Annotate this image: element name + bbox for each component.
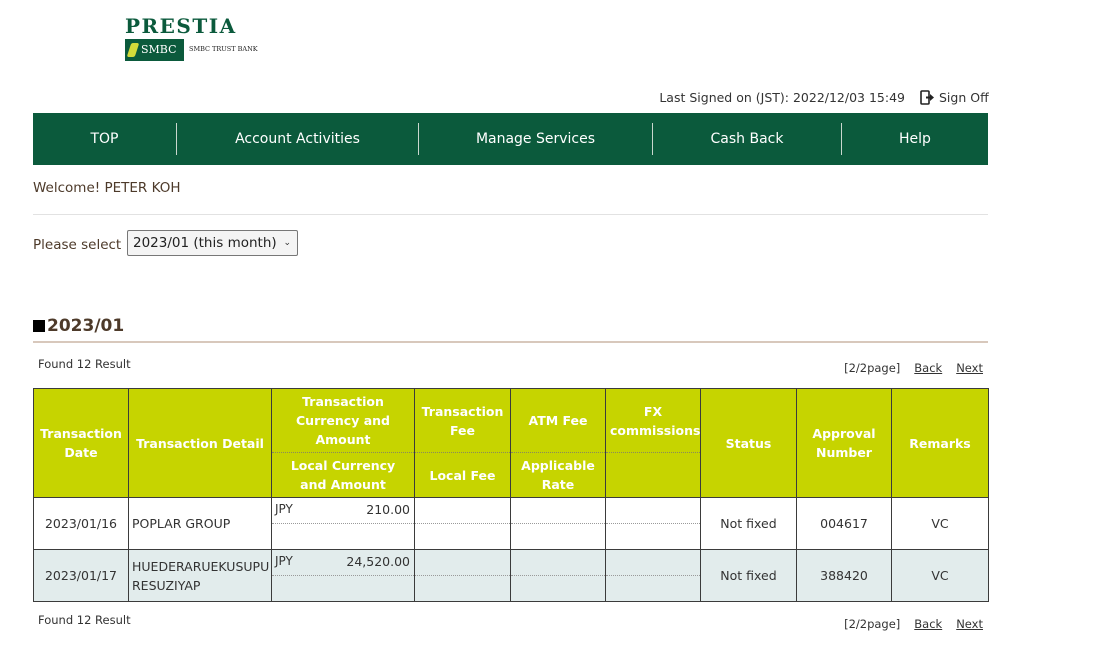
cell-fee [414,549,511,602]
page-indicator: [2/2page] [844,617,901,631]
cell-approval: 388420 [796,549,892,602]
header-atm-fee: ATM Fee [510,388,606,453]
cell-amount: JPY 210.00 [271,497,415,550]
cell-detail: POPLAR GROUP [128,497,272,550]
cell-remarks: VC [891,497,989,550]
table-row: 2023/01/17 HUEDERARUEKUSUPURESUZIYAP JPY… [33,549,989,602]
sign-off-icon [920,90,934,105]
transactions-table: Transaction Date Transaction Detail Tran… [33,388,989,602]
header-date: Transaction Date [33,388,129,498]
next-link[interactable]: Next [956,617,983,631]
nav-manage-services[interactable]: Manage Services [419,113,652,165]
header-fx-empty [605,452,701,498]
square-bullet-icon [33,320,45,332]
next-link[interactable]: Next [956,361,983,375]
header-remarks: Remarks [891,388,989,498]
sign-off-link[interactable]: Sign Off [920,90,989,105]
page-indicator: [2/2page] [844,361,901,375]
sign-off-label: Sign Off [939,90,989,105]
chevron-down-icon: ⌄ [283,238,291,248]
leaf-icon [126,43,140,57]
back-link[interactable]: Back [914,617,942,631]
cell-date: 2023/01/17 [33,549,129,602]
cell-remarks: VC [891,549,989,602]
cell-fx [605,549,701,602]
cell-fee [414,497,511,550]
nav-cash-back[interactable]: Cash Back [653,113,841,165]
cell-fx [605,497,701,550]
cell-status: Not fixed [700,497,797,550]
cell-approval: 004617 [796,497,892,550]
month-select-label: Please select [33,237,122,253]
header-fee: Transaction Fee [414,388,511,453]
pager-top: [2/2page] Back Next [844,361,983,375]
pager-bottom: [2/2page] Back Next [844,617,983,631]
brand-name: PRESTIA [125,14,237,38]
header-approval: Approval Number [796,388,892,498]
nav-top[interactable]: TOP [33,113,176,165]
cell-detail: HUEDERARUEKUSUPURESUZIYAP [128,549,272,602]
badge-text: SMBC [141,43,177,56]
welcome-message: Welcome! PETER KOH [33,180,181,196]
table-row: 2023/01/16 POPLAR GROUP JPY 210.00 Not f… [33,497,989,550]
header-status: Status [700,388,797,498]
prestia-logo: PRESTIA SMBC SMBC TRUST BANK [125,12,265,62]
last-signed-text: Last Signed on (JST): 2022/12/03 15:49 [659,90,905,105]
header-fx: FX commissions [605,388,701,453]
cell-amount-value: 210.00 [366,502,410,517]
found-count-top: Found 12 Result [38,357,131,371]
section-heading: 2023/01 [33,316,124,336]
nav-account-activities[interactable]: Account Activities [177,113,418,165]
month-select[interactable]: 2023/01 (this month) ⌄ [127,230,298,256]
cell-atm-fee [510,497,606,550]
smbc-badge: SMBC [125,39,184,61]
section-divider [33,341,988,343]
header-local-currency: Local Currency and Amount [271,452,415,498]
cell-amount: JPY 24,520.00 [271,549,415,602]
nav-help[interactable]: Help [842,113,988,165]
cell-status: Not fixed [700,549,797,602]
header-detail: Transaction Detail [128,388,272,498]
cell-amount-value: 24,520.00 [346,554,410,569]
header-currency: Transaction Currency and Amount [271,388,415,453]
section-title: 2023/01 [47,316,125,336]
main-nav: TOP Account Activities Manage Services C… [33,113,988,165]
cell-date: 2023/01/16 [33,497,129,550]
header-local-fee: Local Fee [414,452,511,498]
divider [33,214,988,215]
month-select-value: 2023/01 (this month) [133,235,277,251]
cell-atm-fee [510,549,606,602]
found-count-bottom: Found 12 Result [38,613,131,627]
cell-currency: JPY [275,502,293,516]
cell-currency: JPY [275,554,293,568]
brand-subtitle: SMBC TRUST BANK [189,45,258,53]
header-applicable-rate: Applicable Rate [510,452,606,498]
back-link[interactable]: Back [914,361,942,375]
